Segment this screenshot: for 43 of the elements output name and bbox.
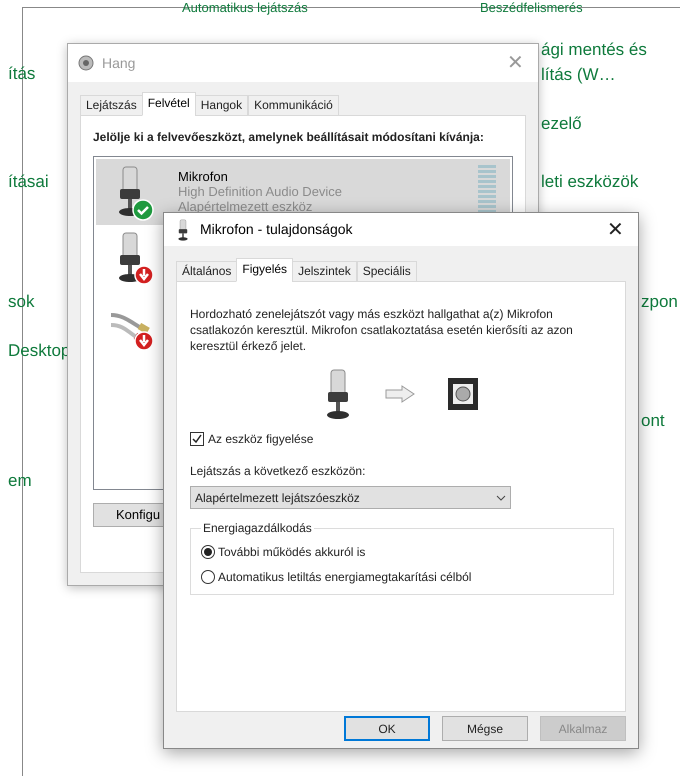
radio-button[interactable] [201,545,215,559]
device-description: High Definition Audio Device [178,184,342,199]
dialog-button[interactable]: OK [344,716,430,741]
microphone-icon [176,218,190,240]
radio-label: Automatikus letiltás energiamegtakarítási célból [218,569,472,586]
radio-button[interactable] [201,570,215,584]
checkmark-icon [192,434,202,444]
radio-label: További működés akkuról is [218,544,366,561]
checkbox[interactable] [190,432,204,446]
close-button[interactable]: ✕ [507,53,528,73]
right-arrow-icon [385,385,415,403]
tab[interactable]: Kommunikáció [248,95,339,116]
description-text: Hordozható zenelejátszót vagy más eszközt hallgathat a(z) Mikrofon csatlakozón keresztül. Mikrofon csatlakoztatása esetén kierősíti az azon keresztül érkező jelet. [190,306,574,354]
close-button[interactable]: ✕ [607,220,626,240]
device-state: Alapértelmezett eszköz [178,199,314,214]
control-panel-link[interactable]: ont [641,409,665,433]
tab[interactable]: Általános [176,261,238,282]
control-panel-link[interactable]: leti eszközök [541,170,638,194]
tab[interactable]: Lejátszás [80,95,143,116]
control-panel-link[interactable]: ításai [8,170,49,194]
group-title: Energiagazdálkodás [202,520,313,537]
tab[interactable]: Jelszintek [292,261,357,282]
checkbox-label: Az eszköz figyelése [208,431,314,448]
control-panel-link[interactable]: zpon [641,290,678,314]
control-panel-link[interactable]: sok [8,290,34,314]
chevron-down-icon [496,494,506,500]
tab[interactable]: Felvétel [142,92,196,116]
tab[interactable]: Figyelés [236,258,294,282]
control-panel-link[interactable]: ezelő [541,112,582,136]
device-name: Mikrofon [178,169,229,184]
window-title: Hang [102,54,136,73]
tab[interactable]: Speciális [356,261,417,282]
control-panel-link[interactable]: Beszédfelismerés [480,0,583,15]
control-panel-link[interactable]: Automatikus lejátszás [182,0,308,15]
tab[interactable]: Hangok [194,95,248,116]
control-panel-link[interactable]: ági mentés és [541,38,647,62]
control-panel-link[interactable]: em [8,469,32,493]
field-label: Lejátszás a következő eszközön: [190,463,366,480]
dialog-button[interactable]: Mégse [442,716,528,741]
playback-device-dropdown[interactable]: Alapértelmezett lejátszóeszköz [190,486,511,509]
control-panel-link[interactable]: ítás [8,62,36,86]
instruction-text: Jelölje ki a felvevőeszközt, amelynek beállításait módosítani kívánja: [93,129,485,146]
control-panel-link[interactable]: lítás (W… [541,63,616,87]
